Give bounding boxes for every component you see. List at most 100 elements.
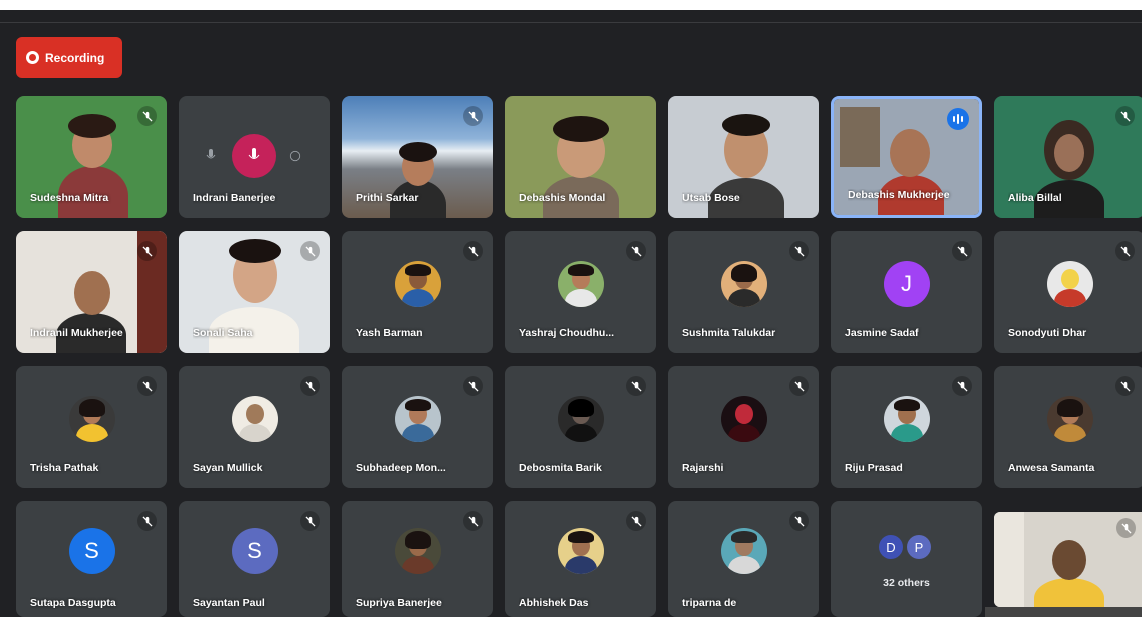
participant-tile-sayantan[interactable]: S Sayantan Paul — [179, 501, 330, 617]
participant-tile-sushmita[interactable]: Sushmita Talukdar — [668, 231, 819, 353]
participant-name: Sudeshna Mitra — [30, 192, 109, 204]
mic-off-icon — [463, 241, 483, 261]
participant-tile-jasmine[interactable]: J Jasmine Sadaf — [831, 231, 982, 353]
mic-off-icon — [463, 106, 483, 126]
others-tile[interactable]: D P 32 others — [831, 501, 982, 617]
participant-name: Yash Barman — [356, 327, 423, 339]
avatar — [68, 396, 115, 442]
mic-off-icon — [300, 376, 320, 396]
participant-tile-sudeshna[interactable]: Sudeshna Mitra — [16, 96, 167, 218]
others-avatar-d: D — [879, 535, 903, 559]
avatar — [1046, 261, 1093, 307]
mic-off-icon — [137, 511, 157, 531]
mic-off-icon — [952, 241, 972, 261]
participant-name: Debosmita Barik — [519, 462, 602, 474]
participant-name: Riju Prasad — [845, 462, 903, 474]
participant-name: Prithi Sarkar — [356, 192, 419, 204]
participant-name: triparna de — [682, 597, 737, 609]
avatar — [883, 396, 930, 442]
browser-top-edge — [0, 0, 1142, 10]
mic-off-icon — [300, 241, 320, 261]
participant-tile-utsab[interactable]: Utsab Bose — [668, 96, 819, 218]
avatar — [720, 528, 767, 574]
mic-off-icon — [463, 376, 483, 396]
participant-tile-indrani[interactable]: Indrani Banerjee — [179, 96, 330, 218]
participant-name: Sonodyuti Dhar — [1008, 327, 1087, 339]
participant-name: Subhadeep Mon... — [356, 462, 446, 474]
mic-off-icon — [1115, 106, 1135, 126]
self-view-tile[interactable] — [994, 512, 1142, 607]
avatar — [557, 396, 604, 442]
participant-tile-debashis-mukherjee[interactable]: Debashis Mukherjee — [831, 96, 982, 218]
participant-name: Yashraj Choudhu... — [519, 327, 615, 339]
participant-tile-sonodyuti[interactable]: Sonodyuti Dhar — [994, 231, 1142, 353]
mic-off-icon — [137, 106, 157, 126]
participant-name: Sayan Mullick — [193, 462, 263, 474]
mic-off-icon — [789, 241, 809, 261]
participant-tile-yashraj[interactable]: Yashraj Choudhu... — [505, 231, 656, 353]
avatar — [720, 261, 767, 307]
participant-name: Supriya Banerjee — [356, 597, 442, 609]
participant-tile-riju[interactable]: Riju Prasad — [831, 366, 982, 488]
participant-name: Anwesa Samanta — [1008, 462, 1095, 474]
speaking-mic-icon — [232, 134, 276, 178]
participant-tile-rajarshi[interactable]: Rajarshi — [668, 366, 819, 488]
avatar — [557, 528, 604, 574]
participant-tile-debosmita[interactable]: Debosmita Barik — [505, 366, 656, 488]
participant-name: Debashis Mukherjee — [848, 189, 950, 201]
mic-off-icon — [952, 376, 972, 396]
participant-tile-indranil[interactable]: Indranil Mukherjee — [16, 231, 167, 353]
participant-tile-sutapa[interactable]: S Sutapa Dasgupta — [16, 501, 167, 617]
meeting-header-bar — [0, 10, 1142, 23]
mic-off-icon — [137, 241, 157, 261]
avatar — [394, 396, 441, 442]
participant-tile-subhadeep[interactable]: Subhadeep Mon... — [342, 366, 493, 488]
avatar — [557, 261, 604, 307]
participant-tile-abhishek[interactable]: Abhishek Das — [505, 501, 656, 617]
participant-tile-triparna[interactable]: triparna de — [668, 501, 819, 617]
mic-off-icon — [137, 376, 157, 396]
avatar — [231, 396, 278, 442]
mic-off-icon — [626, 511, 646, 531]
avatar — [1046, 396, 1093, 442]
mic-off-icon — [789, 376, 809, 396]
mic-off-icon — [626, 241, 646, 261]
participant-tile-supriya[interactable]: Supriya Banerjee — [342, 501, 493, 617]
participant-name: Indranil Mukherjee — [30, 327, 123, 339]
mic-off-icon — [1116, 518, 1136, 538]
participant-tile-aliba[interactable]: Aliba Billal — [994, 96, 1142, 218]
participant-tile-sonali[interactable]: Sonali Saha — [179, 231, 330, 353]
others-count: 32 others — [883, 577, 930, 589]
avatar: S — [68, 528, 115, 574]
avatar — [720, 396, 767, 442]
mic-off-icon — [1115, 376, 1135, 396]
avatar — [394, 261, 441, 307]
participant-tile-sayan[interactable]: Sayan Mullick — [179, 366, 330, 488]
participant-tile-prithi[interactable]: Prithi Sarkar — [342, 96, 493, 218]
participant-tile-yash[interactable]: Yash Barman — [342, 231, 493, 353]
participant-name: Abhishek Das — [519, 597, 589, 609]
participant-name: Utsab Bose — [682, 192, 740, 204]
participant-name: Aliba Billal — [1008, 192, 1062, 204]
mic-off-icon — [463, 511, 483, 531]
participant-name: Rajarshi — [682, 462, 724, 474]
participant-tile-debashis-mondal[interactable]: Debashis Mondal — [505, 96, 656, 218]
avatar: S — [231, 528, 278, 574]
participant-name: Sushmita Talukdar — [682, 327, 776, 339]
mic-off-icon — [789, 511, 809, 531]
participant-name: Sonali Saha — [193, 327, 253, 339]
recording-label: Recording — [45, 50, 105, 65]
mic-off-icon — [1115, 241, 1135, 261]
participant-tile-anwesa[interactable]: Anwesa Samanta — [994, 366, 1142, 488]
others-avatar-p: P — [907, 535, 931, 559]
participant-name: Sutapa Dasgupta — [30, 597, 116, 609]
mic-off-icon — [626, 376, 646, 396]
recording-badge[interactable]: Recording — [16, 37, 122, 78]
participant-tile-trisha[interactable]: Trisha Pathak — [16, 366, 167, 488]
participant-name: Trisha Pathak — [30, 462, 99, 474]
speaking-indicator-icon — [947, 108, 969, 130]
record-icon — [26, 51, 39, 64]
participant-name: Indrani Banerjee — [193, 192, 276, 204]
more-icon — [289, 150, 301, 162]
participant-name: Jasmine Sadaf — [845, 327, 919, 339]
